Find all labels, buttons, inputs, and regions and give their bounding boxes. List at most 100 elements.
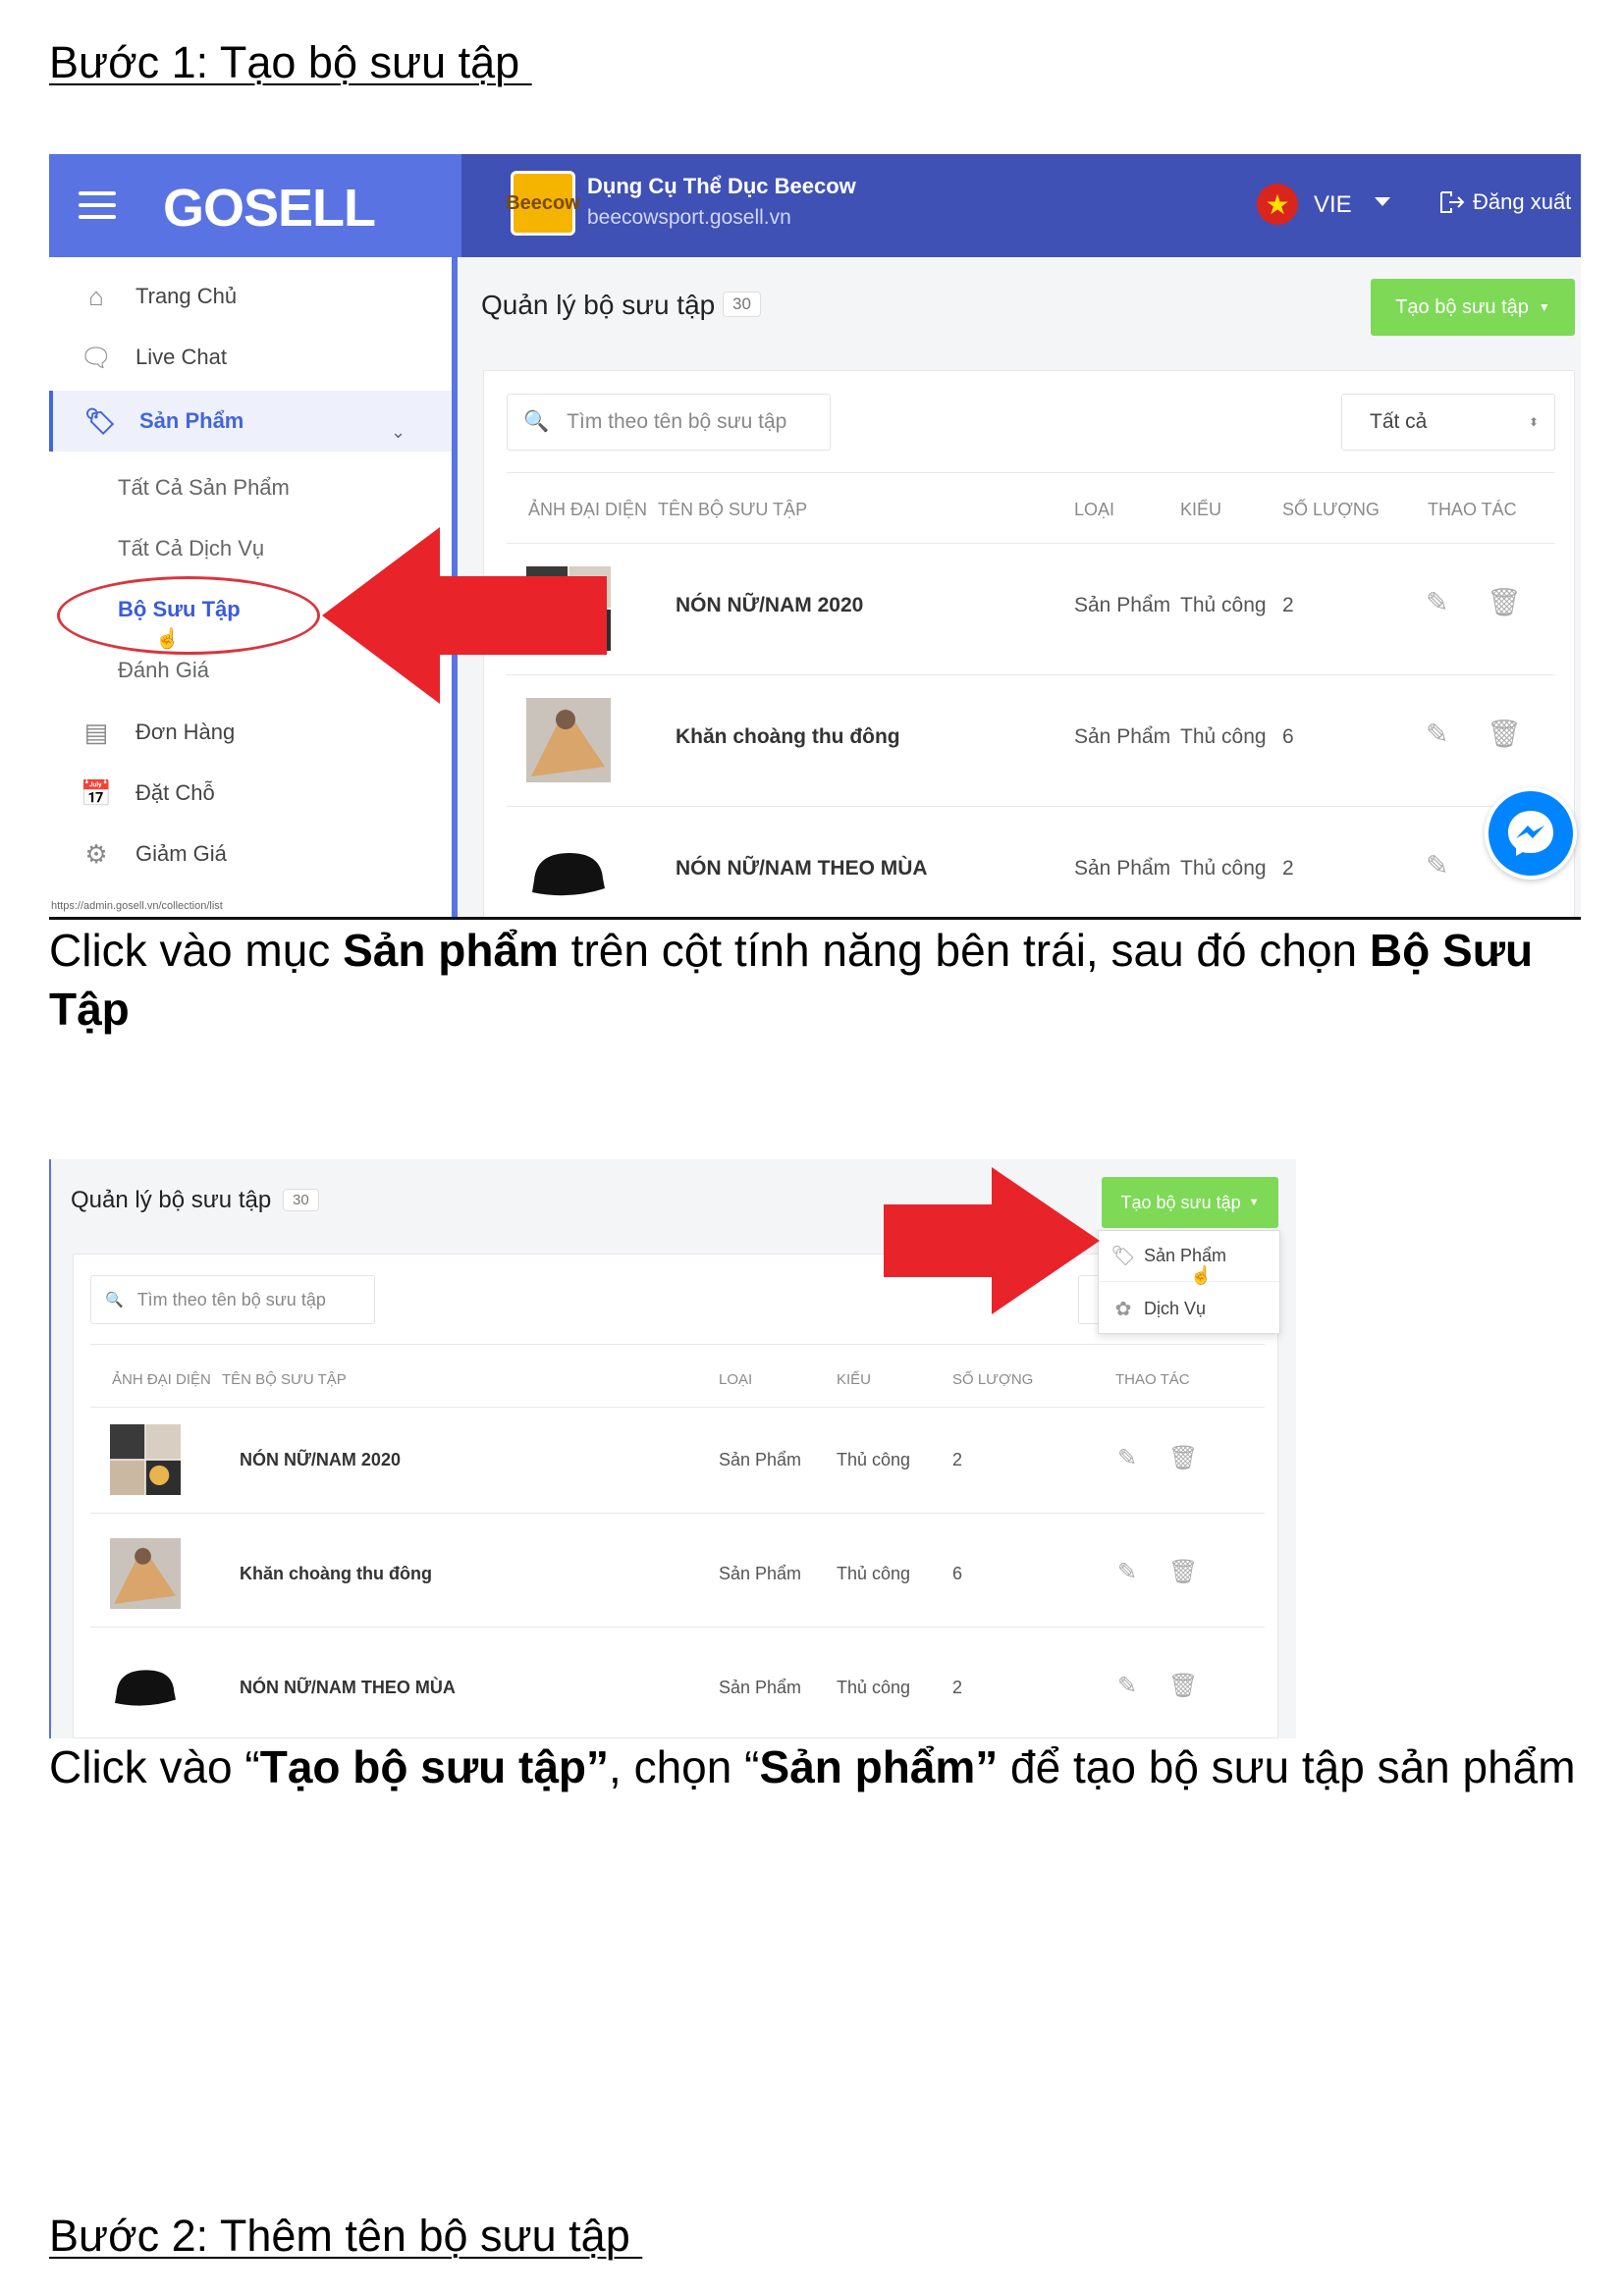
collection-mode: Thủ công [837,1450,911,1469]
caption-text: Click vào “ [49,1741,260,1792]
column-header-image: ẢNH ĐẠI DIỆN [528,500,648,519]
column-header-qty: SỐ LƯỢNG [1282,500,1380,519]
sidebar-item-discounts[interactable]: ⚙ Giảm Giá [49,827,452,881]
messenger-bolt-icon [1508,811,1553,856]
divider [507,806,1555,807]
caption-text: Click vào mục [49,925,344,976]
column-header-actions: THAO TÁC [1115,1371,1190,1388]
menu-item-label: Sản Phẩm [1144,1246,1227,1265]
tag-icon: 🏷 [1110,1246,1136,1267]
caret-down-icon: ▼ [1248,1197,1260,1208]
sidebar-item-label: Giảm Giá [135,841,227,866]
menu-item-services[interactable]: ✿ Dịch Vụ [1099,1283,1279,1334]
language-selector[interactable]: VIE [1314,191,1352,219]
logout-button[interactable]: Đăng xuất [1439,189,1571,215]
edit-icon[interactable]: ✎ [1117,1672,1137,1700]
screenshot-create-menu: Quản lý bộ sưu tập 30 Tạo bộ sưu tập ▼ 🔍… [49,1159,1296,1738]
divider [507,674,1555,675]
discount-icon: ⚙ [84,838,108,869]
collection-name[interactable]: Khăn choàng thu đông [676,725,900,749]
caption-bold: Sản phẩm” [759,1741,999,1792]
create-collection-button[interactable]: Tạo bộ sưu tập ▼ [1371,279,1575,336]
search-input[interactable]: 🔍 Tìm theo tên bộ sưu tập [90,1275,375,1324]
trash-icon[interactable]: 🗑 [1168,1558,1198,1586]
vietnam-flag-icon[interactable]: ★ [1257,184,1298,225]
collection-type: Sản Phẩm [719,1564,802,1583]
trash-icon[interactable]: 🗑 [1168,1444,1198,1472]
collections-card [483,370,1575,917]
receipt-icon: ▤ [83,717,109,747]
collection-qty: 2 [952,1678,963,1697]
column-header-qty: SỐ LƯỢNG [952,1371,1034,1388]
collection-type: Sản Phẩm [1074,725,1171,748]
caption-text: để tạo bộ sưu tập sản phẩm [998,1741,1576,1792]
menu-icon[interactable] [79,191,116,227]
collection-name[interactable]: NÓN NỮ/NAM THEO MÙA [240,1678,456,1698]
collection-qty: 2 [1282,857,1294,880]
search-icon: 🔍 [523,410,550,433]
collection-name[interactable]: NÓN NỮ/NAM 2020 [240,1450,401,1470]
filter-value: Tất cả [1370,410,1428,433]
collection-qty: 2 [1282,594,1294,616]
collection-name[interactable]: NÓN NỮ/NAM 2020 [676,594,863,617]
sidebar-item-home[interactable]: ⌂ Trang Chủ [49,269,452,324]
sidebar-item-booking[interactable]: 📅 Đặt Chỗ [49,766,452,821]
collection-mode: Thủ công [1180,857,1267,880]
sidebar-subitem-all-services[interactable]: Tất Cả Dịch Vụ [118,536,264,561]
edit-icon[interactable]: ✎ [1426,586,1448,618]
page-title: Quản lý bộ sưu tập [71,1187,272,1213]
logout-label: Đăng xuất [1473,189,1572,214]
edit-icon[interactable]: ✎ [1117,1558,1137,1586]
trash-icon[interactable]: 🗑 [1168,1672,1198,1700]
collection-name[interactable]: Khăn choàng thu đông [240,1564,432,1584]
edit-icon[interactable]: ✎ [1117,1444,1137,1472]
product-thumbnail [115,1670,176,1706]
red-arrow-pointer [884,1167,1100,1314]
shop-logo: Beecow [506,171,580,236]
chat-icon: 🗨 [80,342,113,372]
create-collection-label: Tạo bộ sưu tập [1120,1192,1241,1212]
menu-item-products[interactable]: 🏷 Sản Phẩm [1099,1231,1279,1282]
collection-qty: 6 [952,1564,963,1583]
menu-item-label: Dịch Vụ [1144,1298,1207,1318]
collection-name[interactable]: NÓN NỮ/NAM THEO MÙA [676,857,928,881]
collection-qty: 2 [952,1450,963,1469]
collection-type: Sản Phẩm [1074,594,1171,616]
collection-mode: Thủ công [837,1564,911,1583]
caption-bold: Sản phẩm [343,925,559,976]
step1-caption: Click vào mục Sản phẩm trên cột tính năn… [49,921,1542,1039]
sidebar-item-live-chat[interactable]: 🗨 Live Chat [49,330,452,385]
step2-caption: Click vào “Tạo bộ sưu tập”, chọn “Sản ph… [49,1737,1581,1796]
count-badge: 30 [283,1189,319,1211]
divider [90,1344,1265,1345]
messenger-icon[interactable] [1485,787,1577,880]
search-input[interactable]: 🔍 Tìm theo tên bộ sưu tập [507,394,831,451]
search-placeholder: Tìm theo tên bộ sưu tập [136,1289,326,1309]
collection-type: Sản Phẩm [719,1450,802,1469]
sidebar-subitem-reviews[interactable]: Đánh Giá [118,658,209,683]
collection-mode: Thủ công [1180,725,1267,748]
chevron-down-icon[interactable] [1375,197,1390,206]
trash-icon[interactable]: 🗑 [1487,718,1522,750]
create-collection-button[interactable]: Tạo bộ sưu tập ▼ [1102,1177,1278,1228]
sidebar-item-orders[interactable]: ▤ Đơn Hàng [49,705,452,760]
chevron-down-icon[interactable]: ⌄ [391,422,406,443]
edit-icon[interactable]: ✎ [1426,849,1448,881]
trash-icon[interactable]: 🗑 [1487,586,1522,618]
shop-name: Dụng Cụ Thể Dục Beecow [587,174,856,198]
search-icon: 🔍 [105,1292,124,1308]
sidebar-item-label: Sản Phẩm [139,408,244,433]
caption-bold: Tạo bộ sưu tập” [259,1741,610,1792]
divider [507,543,1555,544]
collection-type: Sản Phẩm [719,1678,802,1697]
divider [90,1513,1265,1514]
edit-icon[interactable]: ✎ [1426,718,1448,750]
screenshot-collection-list: GOSELL Beecow Dụng Cụ Thể Dục Beecow bee… [49,154,1581,920]
collection-mode: Thủ công [1180,594,1267,616]
product-thumbnail [526,698,611,782]
type-filter-select[interactable]: Tất cả ⬍ [1341,394,1555,451]
create-collection-label: Tạo bộ sưu tập [1395,295,1529,318]
calendar-icon: 📅 [80,777,113,808]
sidebar-subitem-all-products[interactable]: Tất Cả Sản Phẩm [118,475,290,501]
column-header-type: LOẠI [1074,500,1115,519]
